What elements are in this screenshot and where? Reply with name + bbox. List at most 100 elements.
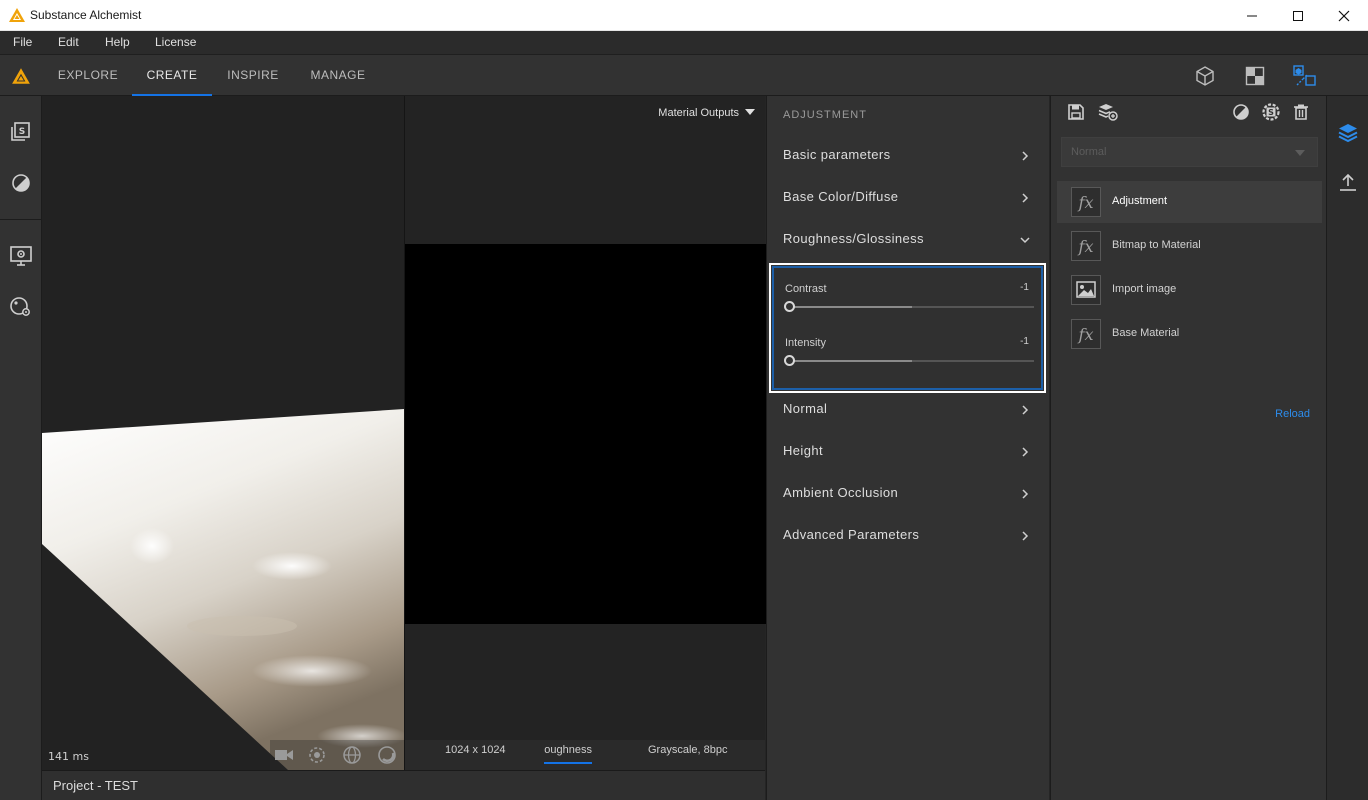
rotate-light-icon[interactable] xyxy=(307,745,327,765)
layer-name: Adjustment xyxy=(1112,195,1168,207)
menu-help[interactable]: Help xyxy=(105,35,130,49)
chevron-right-icon xyxy=(1022,193,1029,203)
section-label: Advanced Parameters xyxy=(783,527,920,542)
section-normal[interactable]: Normal xyxy=(767,390,1050,432)
section-basic-parameters[interactable]: Basic parameters xyxy=(767,136,1050,178)
tab-create[interactable]: CREATE xyxy=(132,55,212,96)
layers-icon[interactable] xyxy=(1337,122,1359,144)
contrast-slider-fill xyxy=(789,306,912,308)
split-view-icon[interactable] xyxy=(1293,65,1317,87)
chevron-right-icon xyxy=(1022,447,1029,457)
tab-manage[interactable]: MANAGE xyxy=(296,55,380,96)
layer-item-adjustment[interactable]: fx Adjustment xyxy=(1057,181,1322,223)
menu-file[interactable]: File xyxy=(13,35,32,49)
svg-text:fx: fx xyxy=(1078,193,1094,212)
export-icon[interactable] xyxy=(1338,172,1358,192)
svg-text:S: S xyxy=(1268,108,1274,117)
blend-mode-value: Normal xyxy=(1071,146,1107,158)
sphere-icon[interactable] xyxy=(377,745,397,765)
window-title: Substance Alchemist xyxy=(30,8,142,22)
sidebar-divider xyxy=(0,219,41,220)
image-icon xyxy=(1071,275,1101,305)
delete-icon[interactable] xyxy=(1292,103,1310,121)
maximize-icon xyxy=(1293,11,1303,21)
section-roughness[interactable]: Roughness/Glossiness xyxy=(767,220,1050,262)
chevron-right-icon xyxy=(1022,489,1029,499)
menu-bar: File Edit Help License xyxy=(0,31,1368,54)
left-sidebar: S xyxy=(0,96,42,800)
minimize-button[interactable] xyxy=(1229,0,1275,31)
right-panel-strip xyxy=(1326,96,1368,800)
menu-license[interactable]: License xyxy=(155,35,196,49)
viewport-2d[interactable]: Material Outputs 1024 x 1024 Roughness G… xyxy=(404,96,766,770)
substance-logo-icon xyxy=(9,8,25,22)
contrast-slider[interactable] xyxy=(784,301,1034,312)
section-label: Roughness/Glossiness xyxy=(783,231,924,246)
close-button[interactable] xyxy=(1321,0,1367,31)
roughness-params: Contrast -1 Intensity -1 xyxy=(772,266,1043,390)
section-ambient-occlusion[interactable]: Ambient Occlusion xyxy=(767,474,1050,516)
project-name: Project - TEST xyxy=(53,778,139,793)
format-label: Grayscale, 8bpc xyxy=(648,744,728,756)
chevron-right-icon xyxy=(1022,531,1029,541)
chevron-down-icon xyxy=(1020,237,1030,244)
svg-text:fx: fx xyxy=(1078,237,1094,256)
viewport2d-footer: 1024 x 1024 Roughness Grayscale, 8bpc xyxy=(405,740,765,770)
maximize-button[interactable] xyxy=(1275,0,1321,31)
home-logo-icon[interactable] xyxy=(11,67,31,85)
resolution-label: 1024 x 1024 xyxy=(445,744,506,756)
material-library-icon[interactable]: S xyxy=(9,120,33,144)
viewport-tools xyxy=(270,740,404,770)
chevron-down-icon xyxy=(745,109,755,115)
main-nav: EXPLORE CREATE INSPIRE MANAGE xyxy=(0,54,1368,96)
tab-inspire[interactable]: INSPIRE xyxy=(214,55,292,96)
intensity-slider-fill xyxy=(789,360,912,362)
svg-text:S: S xyxy=(19,127,25,137)
viewport3d-footer: 141 ms xyxy=(42,740,404,770)
status-bar: Project - TEST xyxy=(42,770,765,800)
add-layer-icon[interactable] xyxy=(1098,103,1118,121)
layer-name: Base Material xyxy=(1112,327,1180,339)
section-height[interactable]: Height xyxy=(767,432,1050,474)
blend-mode-select[interactable]: Normal xyxy=(1061,137,1318,167)
checker-view-icon[interactable] xyxy=(1245,66,1265,86)
tab-explore[interactable]: EXPLORE xyxy=(46,55,130,96)
cube-view-icon[interactable] xyxy=(1194,65,1216,87)
menu-edit[interactable]: Edit xyxy=(58,35,79,49)
channel-label: Roughness xyxy=(544,744,592,756)
section-base-color[interactable]: Base Color/Diffuse xyxy=(767,178,1050,220)
layer-item-import-image[interactable]: Import image xyxy=(1057,269,1322,311)
layers-panel: S Normal fx Adjustment fx Bitmap to Mate… xyxy=(1050,96,1326,800)
viewport-3d[interactable]: 141 ms xyxy=(42,96,404,770)
chevron-right-icon xyxy=(1022,151,1029,161)
layer-item-bitmap-to-material[interactable]: fx Bitmap to Material xyxy=(1057,225,1322,267)
save-icon[interactable] xyxy=(1067,103,1085,121)
environment-settings-icon[interactable] xyxy=(9,295,33,319)
layer-item-base-material[interactable]: fx Base Material xyxy=(1057,313,1322,355)
color-wheel-icon[interactable] xyxy=(9,171,33,195)
intensity-slider[interactable] xyxy=(784,355,1034,366)
display-settings-icon[interactable] xyxy=(9,244,33,268)
layer-name: Import image xyxy=(1112,283,1177,295)
fx-icon: fx xyxy=(1071,187,1101,217)
intensity-value: -1 xyxy=(1020,336,1029,347)
material-outputs-label: Material Outputs xyxy=(658,107,739,119)
render-time: 141 ms xyxy=(48,750,89,763)
contrast-value: -1 xyxy=(1020,282,1029,293)
section-label: Normal xyxy=(783,401,828,416)
section-advanced-parameters[interactable]: Advanced Parameters xyxy=(767,516,1050,558)
intensity-label: Intensity xyxy=(785,337,826,349)
settings-layer-icon[interactable]: S xyxy=(1260,101,1282,123)
section-label: Ambient Occlusion xyxy=(783,485,899,500)
mask-icon[interactable] xyxy=(1232,103,1250,121)
adjustment-header: ADJUSTMENT xyxy=(783,109,867,121)
chevron-right-icon xyxy=(1022,405,1029,415)
intensity-slider-thumb[interactable] xyxy=(784,355,795,366)
globe-icon[interactable] xyxy=(342,745,362,765)
camera-icon[interactable] xyxy=(274,746,294,764)
chevron-down-icon xyxy=(1295,150,1305,156)
reload-link[interactable]: Reload xyxy=(1275,408,1310,420)
contrast-slider-thumb[interactable] xyxy=(784,301,795,312)
material-outputs-dropdown[interactable]: Material Outputs xyxy=(658,105,755,121)
channel-tab[interactable]: Roughness xyxy=(544,744,592,764)
